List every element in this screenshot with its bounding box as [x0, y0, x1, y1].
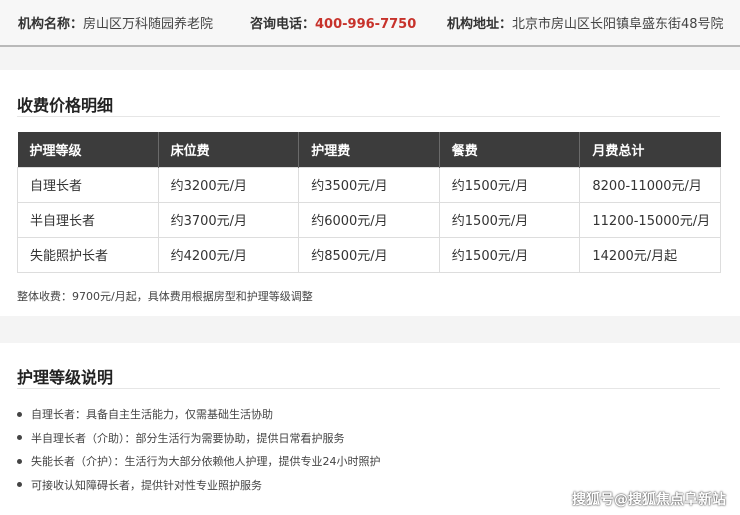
- table-cell: 约4200元/月: [157, 236, 300, 273]
- pricing-table: 护理等级 床位费 护理费 餐费 月费总计 自理长者 约3200元/月 约3500…: [17, 132, 721, 273]
- consult-phone: 咨询电话：400-996-7750: [250, 13, 416, 32]
- table-row: 半自理长者 约3700元/月 约6000元/月 约1500元/月 11200-1…: [17, 201, 721, 238]
- institution-address-value: 北京市房山区长阳镇阜盛东街48号院: [512, 17, 724, 32]
- table-cell: 自理长者: [17, 166, 159, 203]
- pricing-title: 收费价格明细: [17, 96, 114, 115]
- table-cell: 约3500元/月: [298, 166, 440, 203]
- column-header: 月费总计: [579, 132, 721, 167]
- table-cell: 失能照护长者: [17, 236, 159, 273]
- info-header: 机构名称：房山区万科随园养老院 咨询电话：400-996-7750 机构地址：北…: [0, 0, 740, 47]
- institution-name: 机构名称：房山区万科随园养老院: [18, 13, 213, 32]
- consult-phone-link[interactable]: 400-996-7750: [315, 17, 416, 32]
- care-levels-list: 自理长者：具备自主生活能力，仅需基础生活协助 半自理长者（介助）：部分生活行为需…: [17, 407, 381, 501]
- list-item-text: 半自理长者（介助）：部分生活行为需要协助，提供日常看护服务: [31, 431, 345, 445]
- column-header: 床位费: [158, 132, 300, 167]
- bullet-icon: [17, 435, 22, 440]
- pricing-section: 收费价格明细 护理等级 床位费 护理费 餐费 月费总计 自理长者 约3200元/…: [0, 70, 740, 316]
- table-cell: 约1500元/月: [438, 236, 581, 273]
- table-cell: 约1500元/月: [438, 166, 581, 203]
- column-header: 餐费: [439, 132, 581, 167]
- list-item: 半自理长者（介助）：部分生活行为需要协助，提供日常看护服务: [17, 431, 381, 455]
- column-header: 护理等级: [17, 132, 159, 167]
- institution-address-label: 机构地址：: [447, 17, 513, 32]
- institution-address: 机构地址：北京市房山区长阳镇阜盛东街48号院: [447, 13, 724, 32]
- table-cell: 14200元/月起: [579, 236, 721, 273]
- list-item-text: 自理长者：具备自主生活能力，仅需基础生活协助: [31, 408, 273, 421]
- table-cell: 约1500元/月: [438, 201, 581, 238]
- list-item: 失能长者（介护）：生活行为大部分依赖他人护理，提供专业24小时照护: [17, 454, 381, 478]
- table-row: 失能照护长者 约4200元/月 约8500元/月 约1500元/月 14200元…: [17, 236, 721, 273]
- institution-name-label: 机构名称：: [18, 17, 84, 32]
- column-header: 护理费: [298, 132, 440, 167]
- care-levels-title-divider: [17, 388, 720, 389]
- source-watermark: 搜狐号@搜狐焦点阜新站: [572, 492, 726, 508]
- bullet-icon: [17, 411, 22, 417]
- institution-name-value: 房山区万科随园养老院: [83, 17, 214, 32]
- list-item: 可接收认知障碍长者，提供针对性专业照护服务: [17, 478, 381, 502]
- table-cell: 半自理长者: [17, 201, 159, 238]
- list-item: 自理长者：具备自主生活能力，仅需基础生活协助: [17, 407, 381, 431]
- table-cell: 约3200元/月: [157, 166, 300, 203]
- bullet-icon: [17, 482, 22, 487]
- care-levels-title: 护理等级说明: [17, 368, 114, 387]
- bullet-icon: [17, 458, 22, 464]
- pricing-table-header: 护理等级 床位费 护理费 餐费 月费总计: [17, 132, 721, 167]
- list-item-text: 失能长者（介护）：生活行为大部分依赖他人护理，提供专业24小时照护: [31, 455, 381, 468]
- table-cell: 约8500元/月: [298, 236, 440, 273]
- table-cell: 约3700元/月: [157, 201, 300, 238]
- pricing-note: 整体收费：9700元/月起，具体费用根据房型和护理等级调整: [17, 290, 313, 303]
- table-cell: 8200-11000元/月: [579, 166, 721, 203]
- table-row: 自理长者 约3200元/月 约3500元/月 约1500元/月 8200-110…: [17, 166, 721, 203]
- list-item-text: 可接收认知障碍长者，提供针对性专业照护服务: [31, 478, 262, 492]
- table-cell: 11200-15000元/月: [579, 201, 721, 238]
- table-cell: 约6000元/月: [298, 201, 440, 238]
- consult-phone-label: 咨询电话：: [250, 17, 316, 32]
- pricing-title-divider: [17, 116, 720, 117]
